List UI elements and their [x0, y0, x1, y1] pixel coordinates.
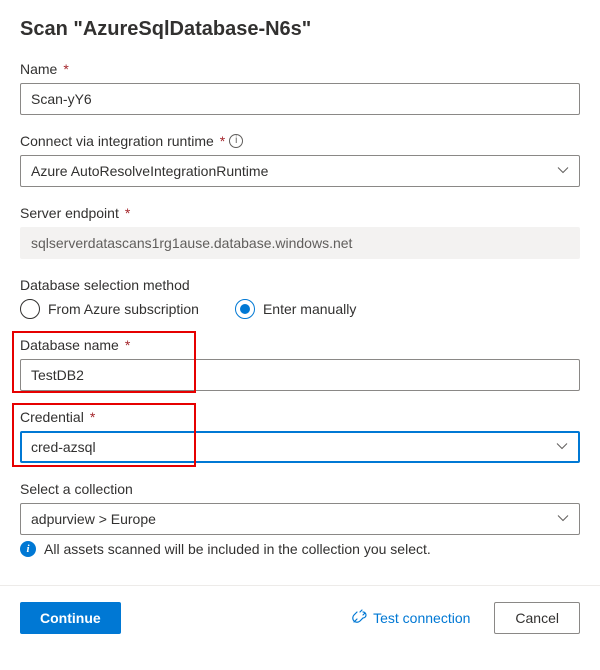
collection-hint: All assets scanned will be included in t…	[44, 541, 431, 557]
test-connection-label: Test connection	[373, 610, 470, 626]
radio-label: From Azure subscription	[48, 301, 199, 317]
info-icon: i	[20, 541, 36, 557]
runtime-select-value: Azure AutoResolveIntegrationRuntime	[31, 163, 268, 179]
endpoint-value: sqlserverdatascans1rg1ause.database.wind…	[20, 227, 580, 259]
plug-icon	[351, 609, 367, 628]
required-asterisk: *	[63, 61, 68, 77]
radio-enter-manually[interactable]: Enter manually	[235, 299, 356, 319]
credential-label: Credential*	[20, 409, 580, 425]
test-connection-button[interactable]: Test connection	[345, 608, 476, 629]
required-asterisk: *	[90, 409, 95, 425]
collection-label: Select a collection	[20, 481, 580, 497]
page-title: Scan "AzureSqlDatabase-N6s"	[20, 18, 580, 41]
collection-select[interactable]: adpurview > Europe	[20, 503, 580, 535]
runtime-label: Connect via integration runtime* i	[20, 133, 580, 149]
credential-select[interactable]: cred-azsql	[20, 431, 580, 463]
required-asterisk: *	[125, 205, 130, 221]
runtime-select[interactable]: Azure AutoResolveIntegrationRuntime	[20, 155, 580, 187]
dbname-label: Database name*	[20, 337, 580, 353]
radio-from-subscription[interactable]: From Azure subscription	[20, 299, 199, 319]
chevron-down-icon	[557, 511, 569, 527]
dbmethod-label: Database selection method	[20, 277, 580, 293]
name-input[interactable]	[20, 83, 580, 115]
info-icon[interactable]: i	[229, 134, 243, 148]
endpoint-label: Server endpoint*	[20, 205, 580, 221]
required-asterisk: *	[220, 133, 225, 149]
radio-icon	[20, 299, 40, 319]
dbname-input[interactable]	[20, 359, 580, 391]
continue-button[interactable]: Continue	[20, 602, 121, 634]
radio-icon	[235, 299, 255, 319]
name-label: Name*	[20, 61, 580, 77]
radio-label: Enter manually	[263, 301, 356, 317]
credential-select-value: cred-azsql	[31, 439, 96, 455]
collection-select-value: adpurview > Europe	[31, 511, 156, 527]
required-asterisk: *	[125, 337, 130, 353]
cancel-button[interactable]: Cancel	[494, 602, 580, 634]
chevron-down-icon	[556, 439, 568, 455]
chevron-down-icon	[557, 163, 569, 179]
